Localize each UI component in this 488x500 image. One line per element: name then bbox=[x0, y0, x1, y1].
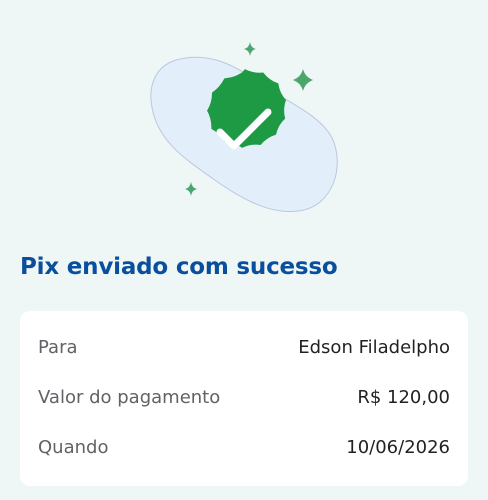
recipient-value: Edson Filadelpho bbox=[298, 337, 450, 358]
amount-label: Valor do pagamento bbox=[38, 387, 221, 408]
sparkle-icon bbox=[293, 69, 313, 91]
page-title: Pix enviado com sucesso bbox=[20, 254, 338, 280]
success-illustration bbox=[0, 0, 488, 230]
sparkle-icon bbox=[244, 42, 256, 56]
amount-row: Valor do pagamento R$ 120,00 bbox=[38, 386, 450, 410]
success-illustration-graphic bbox=[150, 42, 338, 213]
receipt-details-card: Para Edson Filadelpho Valor do pagamento… bbox=[20, 311, 468, 486]
recipient-label: Para bbox=[38, 337, 78, 358]
date-label: Quando bbox=[38, 437, 109, 458]
sparkle-icon bbox=[185, 182, 197, 196]
date-row: Quando 10/06/2026 bbox=[38, 436, 450, 460]
date-value: 10/06/2026 bbox=[346, 437, 450, 458]
amount-value: R$ 120,00 bbox=[357, 387, 450, 408]
recipient-row: Para Edson Filadelpho bbox=[38, 336, 450, 360]
